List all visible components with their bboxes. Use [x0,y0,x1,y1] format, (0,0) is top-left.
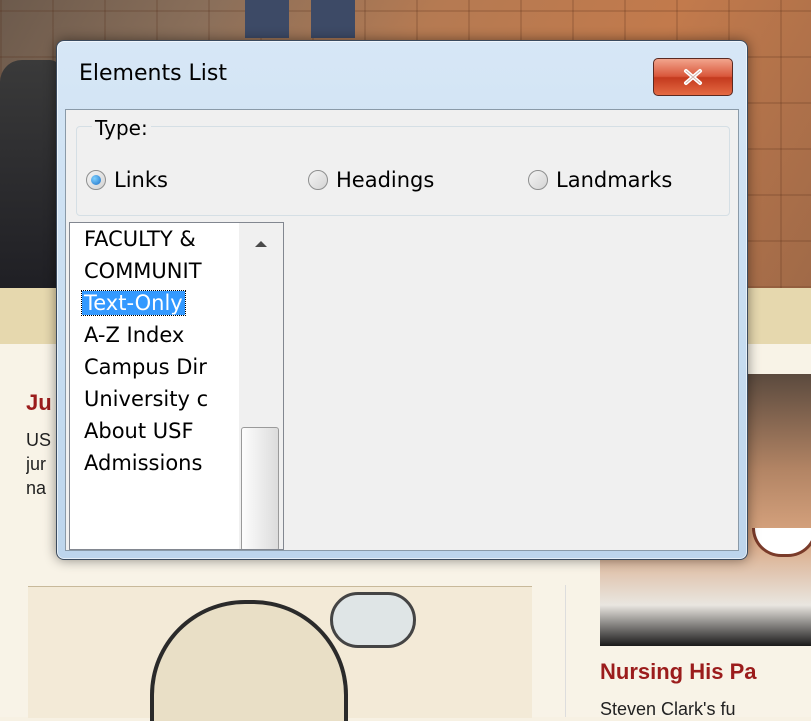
scrollbar-thumb[interactable] [241,427,279,549]
radio-links[interactable]: Links [86,168,168,192]
radio-landmarks-label[interactable]: Landmarks [556,168,672,192]
dialog-client-area: Type: Links Headings Landmarks FACULTY &… [65,109,739,551]
radio-unchecked-icon[interactable] [308,170,328,190]
radio-headings-label[interactable]: Headings [336,168,434,192]
story2-title[interactable]: Nursing His Pa [600,659,756,685]
story1-title[interactable]: Ju [26,390,52,416]
listbox-scrollbar[interactable] [239,223,283,549]
radio-checked-icon[interactable] [86,170,106,190]
list-item[interactable]: Campus Dir [70,351,238,383]
list-item[interactable]: About USF [70,415,238,447]
list-item[interactable]: FACULTY & [70,223,238,255]
list-item[interactable]: COMMUNIT [70,255,238,287]
background-legs [245,0,355,38]
list-item[interactable]: University c [70,383,238,415]
radio-headings[interactable]: Headings [308,168,434,192]
list-items: FACULTY & COMMUNIT Text-Only A-Z Index C… [70,223,238,479]
type-label: Type: [92,116,151,140]
list-item-selected[interactable]: Text-Only [70,287,238,319]
elements-listbox[interactable]: FACULTY & COMMUNIT Text-Only A-Z Index C… [69,222,284,550]
dialog-title: Elements List [79,61,227,86]
radio-landmarks[interactable]: Landmarks [528,168,672,192]
chevron-up-icon [255,240,267,247]
elements-list-dialog: Elements List Type: Links Headings Landm… [56,40,748,560]
close-button[interactable] [653,58,733,96]
scroll-up-button[interactable] [239,223,283,263]
list-item[interactable]: A-Z Index [70,319,238,351]
cartoon-bottle [330,592,416,648]
list-item[interactable]: Admissions [70,447,238,479]
column-divider [565,585,566,717]
close-icon [684,69,702,85]
background-person [0,60,60,290]
radio-unchecked-icon[interactable] [528,170,548,190]
radio-links-label[interactable]: Links [114,168,168,192]
